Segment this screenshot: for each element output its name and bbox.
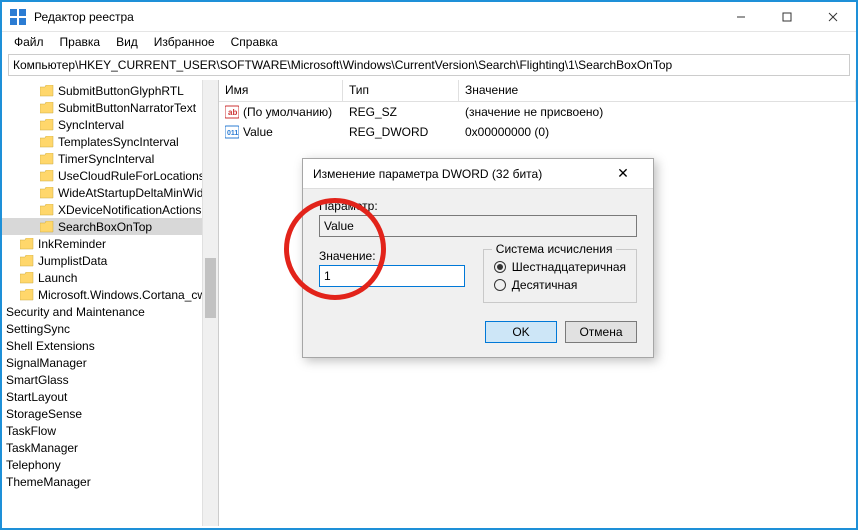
tree-item-label: ThemeManager [6,475,91,489]
edit-dword-dialog: Изменение параметра DWORD (32 бита) ✕ Па… [302,158,654,358]
cell-type: REG_DWORD [343,125,459,139]
radio-dec-indicator [494,279,506,291]
menu-edit[interactable]: Правка [52,33,109,51]
cell-value: (значение не присвоено) [459,105,856,119]
menu-bar: Файл Правка Вид Избранное Справка [2,32,856,52]
tree-item-label: JumplistData [38,254,107,268]
tree-item[interactable]: SearchBoxOnTop [2,218,218,235]
tree-item-label: SubmitButtonNarratorText [58,101,196,115]
col-header-name[interactable]: Имя [219,80,343,101]
radio-dec-label: Десятичная [512,278,578,292]
radio-hex-label: Шестнадцатеричная [512,260,626,274]
tree-item[interactable]: Microsoft.Windows.Cortana_cw5n [2,286,218,303]
menu-help[interactable]: Справка [223,33,286,51]
svg-text:011: 011 [227,130,238,137]
tree-item[interactable]: SubmitButtonNarratorText [2,99,218,116]
number-base-group: Система исчисления Шестнадцатеричная Дес… [483,249,637,303]
tree-item-label: SignalManager [6,356,87,370]
tree-item[interactable]: Launch [2,269,218,286]
tree-item-label: UseCloudRuleForLocationsW [58,169,216,183]
param-label: Параметр: [319,199,637,213]
window-controls [718,2,856,32]
tree-item[interactable]: SubmitButtonGlyphRTL [2,82,218,99]
tree-item-label: TimerSyncInterval [58,152,154,166]
tree-item-label: SyncInterval [58,118,124,132]
address-bar[interactable]: Компьютер\HKEY_CURRENT_USER\SOFTWARE\Mic… [8,54,850,76]
tree-item-label: StorageSense [6,407,82,421]
tree-item-label: SearchBoxOnTop [58,220,152,234]
cell-name: Value [243,125,273,139]
number-base-legend: Система исчисления [492,242,617,256]
svg-text:ab: ab [228,108,237,117]
window-title: Редактор реестра [34,10,718,24]
tree-item-label: TaskManager [6,441,78,455]
tree-item-label: SmartGlass [6,373,69,387]
value-label: Значение: [319,249,465,263]
radio-dec[interactable]: Десятичная [494,278,626,292]
list-row[interactable]: 011 Value REG_DWORD0x00000000 (0) [219,122,856,142]
tree-item[interactable]: StartLayout [2,388,218,405]
param-name-field [319,215,637,237]
tree-view[interactable]: SubmitButtonGlyphRTL SubmitButtonNarrator… [2,80,219,526]
tree-item-label: Shell Extensions [6,339,95,353]
tree-item[interactable]: JumplistData [2,252,218,269]
tree-item[interactable]: SmartGlass [2,371,218,388]
tree-item[interactable]: SyncInterval [2,116,218,133]
list-header: Имя Тип Значение [219,80,856,102]
tree-item[interactable]: XDeviceNotificationActionsE [2,201,218,218]
tree-item[interactable]: TaskFlow [2,422,218,439]
dialog-title-bar[interactable]: Изменение параметра DWORD (32 бита) ✕ [303,159,653,189]
tree-item[interactable]: UseCloudRuleForLocationsW [2,167,218,184]
tree-item[interactable]: SignalManager [2,354,218,371]
regedit-app-icon [10,9,26,25]
tree-item-label: XDeviceNotificationActionsE [58,203,209,217]
tree-item-label: StartLayout [6,390,67,404]
minimize-button[interactable] [718,2,764,32]
dialog-title: Изменение параметра DWORD (32 бита) [313,167,542,181]
address-path: Компьютер\HKEY_CURRENT_USER\SOFTWARE\Mic… [13,58,672,72]
tree-item-label: WideAtStartupDeltaMinWidt [58,186,207,200]
tree-item-label: TemplatesSyncInterval [58,135,179,149]
tree-item[interactable]: WideAtStartupDeltaMinWidt [2,184,218,201]
radio-hex-indicator [494,261,506,273]
tree-item-label: Microsoft.Windows.Cortana_cw5n [38,288,219,302]
tree-item-label: InkReminder [38,237,106,251]
tree-item[interactable]: ThemeManager [2,473,218,490]
cancel-button[interactable]: Отмена [565,321,637,343]
tree-item[interactable]: SettingSync [2,320,218,337]
tree-item-label: TaskFlow [6,424,56,438]
tree-item[interactable]: TimerSyncInterval [2,150,218,167]
tree-scrollbar[interactable] [202,80,218,526]
tree-item-label: Launch [38,271,77,285]
tree-item-label: SettingSync [6,322,70,336]
tree-scroll-thumb[interactable] [205,258,216,318]
menu-favorites[interactable]: Избранное [146,33,223,51]
cell-name: (По умолчанию) [243,105,332,119]
tree-item[interactable]: StorageSense [2,405,218,422]
tree-item-label: Security and Maintenance [6,305,145,319]
col-header-type[interactable]: Тип [343,80,459,101]
col-header-value[interactable]: Значение [459,80,856,101]
cell-type: REG_SZ [343,105,459,119]
title-bar: Редактор реестра [2,2,856,32]
list-row[interactable]: ab (По умолчанию) REG_SZ(значение не присв… [219,102,856,122]
menu-view[interactable]: Вид [108,33,146,51]
tree-item-label: Telephony [6,458,61,472]
menu-file[interactable]: Файл [6,33,52,51]
radio-hex[interactable]: Шестнадцатеричная [494,260,626,274]
tree-item[interactable]: Telephony [2,456,218,473]
tree-item-label: SubmitButtonGlyphRTL [58,84,184,98]
maximize-button[interactable] [764,2,810,32]
tree-item[interactable]: Security and Maintenance [2,303,218,320]
close-button[interactable] [810,2,856,32]
value-input[interactable] [319,265,465,287]
tree-item[interactable]: InkReminder [2,235,218,252]
dialog-close-button[interactable]: ✕ [603,165,643,182]
tree-item[interactable]: TaskManager [2,439,218,456]
ok-button[interactable]: OK [485,321,557,343]
tree-item[interactable]: TemplatesSyncInterval [2,133,218,150]
tree-item[interactable]: Shell Extensions [2,337,218,354]
cell-value: 0x00000000 (0) [459,125,856,139]
